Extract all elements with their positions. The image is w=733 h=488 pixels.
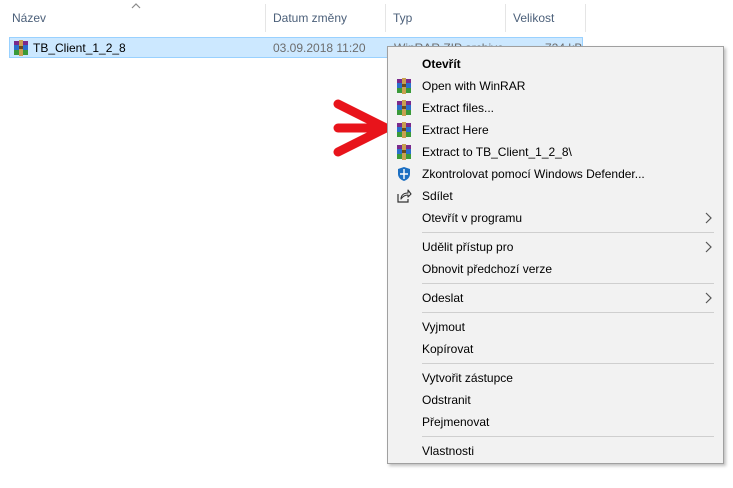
menu-item-grant-access[interactable]: Udělit přístup pro — [388, 236, 723, 258]
menu-item-open-with-winrar[interactable]: Open with WinRAR — [388, 75, 723, 97]
menu-item-extract-to-folder[interactable]: Extract to TB_Client_1_2_8\ — [388, 141, 723, 163]
menu-item-label: Kopírovat — [422, 342, 474, 356]
menu-item-label: Extract Here — [422, 123, 489, 137]
menu-item-label: Vytvořit zástupce — [422, 371, 513, 385]
menu-item-open-with-program[interactable]: Otevřít v programu — [388, 207, 723, 229]
menu-item-rename[interactable]: Přejmenovat — [388, 411, 723, 433]
menu-separator — [422, 312, 714, 313]
menu-item-extract-files[interactable]: Extract files... — [388, 97, 723, 119]
menu-item-cut[interactable]: Vyjmout — [388, 316, 723, 338]
winrar-icon — [397, 144, 411, 160]
menu-item-label: Extract files... — [422, 101, 495, 115]
file-date: 03.09.2018 11:20 — [273, 41, 366, 55]
column-divider[interactable] — [385, 4, 386, 32]
menu-item-create-shortcut[interactable]: Vytvořit zástupce — [388, 367, 723, 389]
menu-item-label: Zkontrolovat pomocí Windows Defender... — [422, 167, 645, 181]
sort-ascending-icon[interactable] — [131, 2, 141, 9]
chevron-right-icon — [705, 292, 712, 304]
column-divider[interactable] — [585, 4, 586, 32]
menu-item-extract-here[interactable]: Extract Here — [388, 119, 723, 141]
column-size-header[interactable]: Velikost — [513, 11, 554, 25]
menu-item-label: Otevřít — [422, 57, 461, 71]
menu-item-delete[interactable]: Odstranit — [388, 389, 723, 411]
menu-item-label: Extract to TB_Client_1_2_8\ — [422, 145, 572, 159]
menu-item-label: Obnovit předchozí verze — [422, 262, 553, 276]
menu-item-windows-defender-scan[interactable]: Zkontrolovat pomocí Windows Defender... — [388, 163, 723, 185]
winrar-archive-icon — [14, 40, 28, 56]
menu-item-label: Odeslat — [422, 291, 464, 305]
menu-item-label: Otevřít v programu — [422, 211, 523, 225]
column-date-header[interactable]: Datum změny — [273, 11, 347, 25]
column-header-bar: Název Datum změny Typ Velikost — [0, 0, 733, 36]
menu-separator — [422, 283, 714, 284]
winrar-icon — [397, 78, 411, 94]
column-type-header[interactable]: Typ — [393, 11, 412, 25]
column-divider[interactable] — [265, 4, 266, 32]
menu-separator — [422, 436, 714, 437]
red-arrow-annotation — [333, 99, 391, 157]
menu-separator — [422, 363, 714, 364]
menu-item-properties[interactable]: Vlastnosti — [388, 440, 723, 462]
chevron-right-icon — [705, 212, 712, 224]
menu-item-label: Odstranit — [422, 393, 471, 407]
column-divider[interactable] — [505, 4, 506, 32]
winrar-icon — [397, 122, 411, 138]
chevron-right-icon — [705, 241, 712, 253]
menu-item-label: Udělit přístup pro — [422, 240, 514, 254]
menu-item-label: Vyjmout — [422, 320, 465, 334]
file-name: TB_Client_1_2_8 — [33, 41, 126, 55]
menu-item-share[interactable]: Sdílet — [388, 185, 723, 207]
menu-separator — [422, 232, 714, 233]
menu-item-copy[interactable]: Kopírovat — [388, 338, 723, 360]
winrar-icon — [397, 100, 411, 116]
windows-defender-icon — [398, 167, 410, 181]
menu-item-send-to[interactable]: Odeslat — [388, 287, 723, 309]
menu-item-label: Open with WinRAR — [422, 79, 526, 93]
menu-item-label: Přejmenovat — [422, 415, 490, 429]
menu-item-open[interactable]: Otevřít — [388, 53, 723, 75]
context-menu: Otevřít Open with WinRAR Extract files..… — [387, 46, 724, 464]
menu-item-restore-previous-versions[interactable]: Obnovit předchozí verze — [388, 258, 723, 280]
column-name-header[interactable]: Název — [12, 11, 46, 25]
menu-item-label: Sdílet — [422, 189, 453, 203]
share-icon — [397, 189, 412, 203]
menu-item-label: Vlastnosti — [422, 444, 475, 458]
